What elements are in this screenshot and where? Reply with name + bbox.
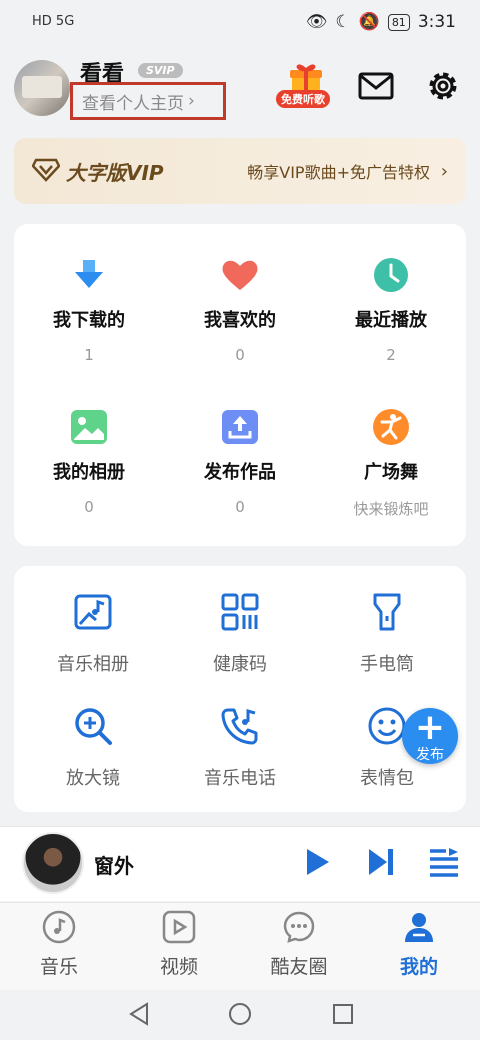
stat-title: 发布作品 [204, 462, 276, 483]
stat-title: 广场舞 [364, 462, 418, 483]
clock-icon [316, 256, 466, 294]
stat-title: 我喜欢的 [204, 310, 276, 331]
download-icon [14, 256, 164, 294]
next-track-icon[interactable] [366, 846, 396, 882]
stat-value: 2 [386, 346, 396, 364]
tool-magnifier[interactable]: 放大镜 [18, 706, 168, 790]
view-profile-label: 查看个人主页 [82, 93, 184, 114]
stat-value: 1 [84, 346, 94, 364]
tab-label: 酷友圈 [270, 956, 328, 978]
publish-label: 发布 [416, 747, 444, 763]
album-cover[interactable] [22, 832, 84, 894]
clock-time: 3:31 [417, 12, 456, 32]
tool-health-code[interactable]: 健康码 [165, 592, 315, 676]
plus-icon: + [414, 707, 446, 748]
tool-label: 手电筒 [360, 654, 414, 675]
stat-recent[interactable]: 最近播放 2 [316, 256, 466, 364]
vip-banner[interactable]: 大字版VIP 畅享VIP歌曲+免广告特权 › [14, 138, 466, 204]
stat-likes[interactable]: 我喜欢的 0 [165, 256, 315, 364]
stats-card: 我下载的 1 我喜欢的 0 最近播放 2 我的相册 0 发布作品 0 广场舞 快… [14, 224, 466, 546]
diamond-icon [31, 158, 61, 186]
stat-title: 最近播放 [355, 310, 427, 331]
chevron-right-icon: › [440, 160, 448, 182]
eye-icon: 👁 [305, 12, 328, 32]
stat-value: 快来锻炼吧 [353, 500, 429, 518]
back-icon[interactable] [128, 1002, 150, 1030]
status-bar: HD 5G 👁 ☾ 🔕 81 3:31 [0, 0, 480, 50]
stat-value: 0 [235, 498, 245, 516]
qr-code-icon [165, 592, 315, 632]
tool-music-album[interactable]: 音乐相册 [18, 592, 168, 676]
mute-icon: 🔕 [358, 12, 380, 32]
home-icon[interactable] [228, 1002, 252, 1030]
chat-icon [254, 910, 344, 948]
upload-icon [165, 408, 315, 446]
tools-card: 音乐相册 健康码 手电筒 放大镜 音乐电话 表情包 [14, 566, 466, 812]
recents-icon[interactable] [332, 1003, 354, 1029]
stat-downloads[interactable]: 我下载的 1 [14, 256, 164, 364]
tab-label: 我的 [399, 956, 438, 978]
view-profile-link[interactable]: 查看个人主页 › [70, 82, 226, 120]
free-listen-badge[interactable]: 免费听歌 [276, 90, 330, 108]
mail-icon[interactable] [358, 72, 394, 104]
photo-icon [14, 408, 164, 446]
tool-label: 音乐电话 [204, 768, 276, 789]
play-icon[interactable] [304, 846, 332, 882]
svip-badge: SVIP [138, 63, 183, 78]
avatar[interactable] [14, 60, 70, 116]
music-note-icon [14, 910, 104, 948]
status-right-group: 👁 ☾ 🔕 81 3:31 [306, 12, 456, 32]
stat-square-dance[interactable]: 广场舞 快来锻炼吧 [316, 408, 466, 519]
heart-icon [165, 256, 315, 294]
chevron-right-icon: › [188, 91, 195, 111]
dance-icon [316, 408, 466, 446]
tool-label: 表情包 [360, 768, 414, 789]
flashlight-icon [312, 592, 462, 632]
tool-label: 放大镜 [66, 768, 120, 789]
vip-desc: 畅享VIP歌曲+免广告特权 [247, 163, 430, 182]
tab-label: 音乐 [39, 956, 78, 978]
gear-icon[interactable] [425, 68, 461, 108]
tab-music[interactable]: 音乐 [14, 910, 104, 979]
stat-value: 0 [84, 498, 94, 516]
music-album-icon [18, 592, 168, 632]
vip-title: 大字版VIP [66, 160, 164, 185]
system-nav-bar [0, 990, 480, 1040]
battery-indicator: 81 [387, 13, 410, 31]
moon-icon: ☾ [335, 12, 351, 32]
stat-works[interactable]: 发布作品 0 [165, 408, 315, 516]
stat-title: 我下载的 [53, 310, 125, 331]
playlist-icon[interactable] [428, 846, 460, 882]
tool-flashlight[interactable]: 手电筒 [312, 592, 462, 676]
stat-album[interactable]: 我的相册 0 [14, 408, 164, 516]
tool-label: 健康码 [213, 654, 267, 675]
tool-label: 音乐相册 [57, 654, 129, 675]
tab-label: 视频 [159, 956, 198, 978]
tab-friends-circle[interactable]: 酷友圈 [254, 910, 344, 979]
video-icon [134, 910, 224, 948]
tab-video[interactable]: 视频 [134, 910, 224, 979]
tool-music-phone[interactable]: 音乐电话 [165, 706, 315, 790]
stat-title: 我的相册 [53, 462, 125, 483]
network-indicator: HD 5G [32, 14, 75, 29]
magnifier-icon [18, 706, 168, 746]
publish-fab[interactable]: + 发布 [402, 708, 458, 764]
user-icon [374, 910, 464, 948]
stat-value: 0 [235, 346, 245, 364]
tab-mine[interactable]: 我的 [374, 910, 464, 979]
song-title: 窗外 [94, 854, 134, 878]
phone-music-icon [165, 706, 315, 746]
